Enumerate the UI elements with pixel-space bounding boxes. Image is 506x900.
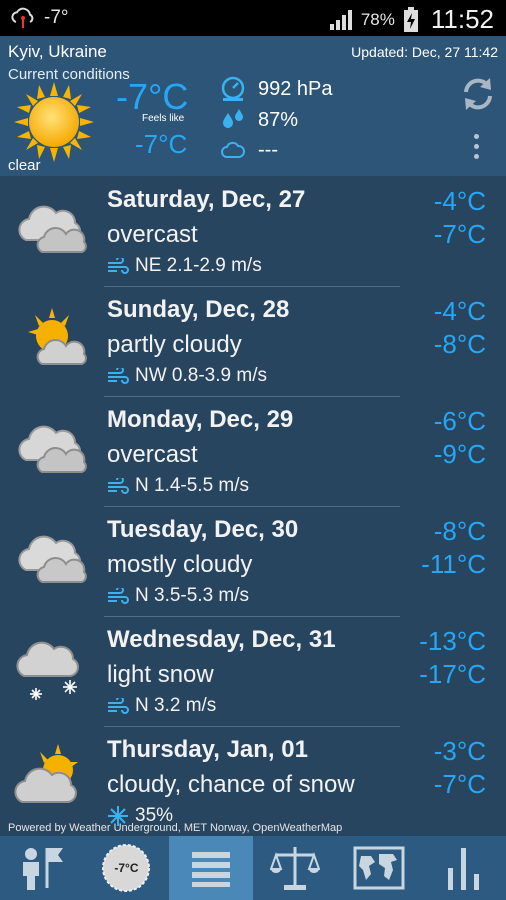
forecast-low: -7°C — [433, 769, 486, 799]
refresh-icon[interactable] — [460, 76, 496, 112]
forecast-day: Wednesday, Dec, 31 — [107, 626, 336, 653]
wind-icon — [108, 368, 129, 384]
partly-cloudy-icon — [28, 308, 87, 365]
forecast-wind: N 3.5-5.3 m/s — [107, 585, 249, 607]
wind-value: NW 0.8-3.9 m/s — [135, 365, 267, 386]
forecast-wind: N 1.4-5.5 m/s — [107, 475, 249, 497]
forecast-wind: N 3.2 m/s — [107, 695, 216, 717]
forecast-day: Tuesday, Dec, 30 — [107, 516, 299, 543]
humidity-drops-icon — [223, 109, 243, 128]
current-temperature: -7°C — [116, 76, 189, 117]
tab-temp-label: -7°C — [114, 861, 139, 875]
tab-map[interactable] — [337, 836, 421, 900]
attribution-text: Powered by Weather Underground, MET Norw… — [8, 822, 343, 834]
feels-like-label: Feels like — [142, 113, 185, 124]
humidity-value: 87% — [258, 108, 299, 131]
status-left: -7° — [10, 6, 69, 30]
bar-chart-icon — [447, 848, 479, 890]
tab-forecast-list[interactable] — [168, 836, 253, 900]
forecast-low: -9°C — [433, 439, 486, 469]
forecast-item[interactable]: Saturday, Dec, 27 overcast NE 2.1-2.9 m/… — [0, 176, 506, 286]
forecast-wind: NE 2.1-2.9 m/s — [107, 255, 262, 277]
tab-charts[interactable] — [421, 836, 505, 900]
forecast-high: -3°C — [433, 736, 486, 766]
forecast-day: Sunday, Dec, 28 — [107, 296, 290, 323]
forecast-high: -8°C — [433, 516, 486, 546]
forecast-condition: light snow — [107, 661, 214, 688]
forecast-item[interactable]: Wednesday, Dec, 31 light snow N 3.2 m/s … — [0, 616, 506, 726]
battery-percent: 78% — [360, 9, 395, 29]
person-flag-icon — [23, 848, 64, 890]
forecast-low: -7°C — [433, 219, 486, 249]
overcast-icon — [18, 205, 87, 253]
tab-locations[interactable] — [0, 836, 84, 900]
cloud-value: --- — [258, 138, 278, 161]
status-time: 11:52 — [430, 4, 494, 34]
tab-current-temp[interactable]: -7°C — [84, 836, 168, 900]
pressure-gauge-icon — [221, 76, 245, 101]
wind-value: N 3.5-5.3 m/s — [135, 585, 250, 606]
sun-icon — [14, 82, 94, 162]
forecast-list[interactable]: Saturday, Dec, 27 overcast NE 2.1-2.9 m/… — [0, 176, 506, 836]
tab-compare[interactable] — [253, 836, 337, 900]
more-options-icon[interactable] — [474, 134, 479, 164]
forecast-item[interactable]: Sunday, Dec, 28 partly cloudy NW 0.8-3.9… — [0, 286, 506, 396]
signal-icon — [329, 9, 352, 30]
battery-charging-icon — [403, 6, 418, 32]
forecast-low: -17°C — [419, 659, 486, 689]
forecast-day: Thursday, Jan, 01 — [107, 736, 308, 763]
cloudy-chance-snow-icon — [14, 744, 78, 803]
forecast-wind: NW 0.8-3.9 m/s — [107, 365, 267, 387]
forecast-high: -4°C — [433, 186, 486, 216]
forecast-condition: partly cloudy — [107, 331, 242, 358]
cloud-outline-icon — [221, 141, 245, 158]
forecast-high: -13°C — [419, 626, 486, 656]
world-map-icon — [353, 846, 405, 890]
forecast-day: Monday, Dec, 29 — [107, 406, 294, 433]
cloud-row: --- — [220, 137, 278, 163]
wind-value: NE 2.1-2.9 m/s — [135, 255, 262, 276]
humidity-row: 87% — [220, 107, 298, 133]
forecast-low: -11°C — [421, 549, 486, 579]
current-condition-text: clear — [8, 157, 41, 174]
forecast-day: Saturday, Dec, 27 — [107, 186, 306, 213]
wind-icon — [108, 478, 129, 494]
wind-icon — [108, 588, 129, 604]
weather-notification-icon — [11, 7, 34, 28]
light-snow-icon — [16, 641, 79, 700]
status-right: 78% 11:52 — [329, 4, 494, 35]
status-bar: -7° 78% 11:52 — [0, 0, 506, 36]
wind-icon — [108, 258, 129, 274]
status-temp: -7° — [44, 7, 69, 28]
location-name[interactable]: Kyiv, Ukraine — [8, 42, 107, 62]
forecast-high: -4°C — [433, 296, 486, 326]
bottom-tab-bar: -7°C — [0, 836, 506, 900]
wind-value: N 3.2 m/s — [135, 695, 217, 716]
forecast-item[interactable]: Thursday, Jan, 01 cloudy, chance of snow… — [0, 726, 506, 836]
forecast-condition: overcast — [107, 441, 198, 468]
balance-scale-icon — [270, 847, 321, 890]
pressure-row: 992 hPa — [220, 76, 333, 102]
current-conditions-panel[interactable]: Kyiv, Ukraine Updated: Dec, 27 11:42 Cur… — [0, 36, 506, 176]
forecast-item[interactable]: Monday, Dec, 29 overcast N 1.4-5.5 m/s -… — [0, 396, 506, 506]
mostly-cloudy-icon — [18, 535, 87, 583]
feels-like-temperature: -7°C — [135, 129, 188, 159]
forecast-high: -6°C — [433, 406, 486, 436]
current-conditions-label: Current conditions — [8, 66, 130, 83]
forecast-condition: cloudy, chance of snow — [107, 771, 355, 798]
wind-value: N 1.4-5.5 m/s — [135, 475, 250, 496]
pressure-value: 992 hPa — [258, 77, 333, 100]
wind-icon — [108, 698, 129, 714]
updated-time: Updated: Dec, 27 11:42 — [351, 44, 498, 60]
list-icon — [191, 852, 230, 887]
overcast-icon — [18, 425, 87, 473]
forecast-condition: overcast — [107, 221, 198, 248]
forecast-low: -8°C — [433, 329, 486, 359]
forecast-condition: mostly cloudy — [107, 551, 253, 578]
forecast-item[interactable]: Tuesday, Dec, 30 mostly cloudy N 3.5-5.3… — [0, 506, 506, 616]
